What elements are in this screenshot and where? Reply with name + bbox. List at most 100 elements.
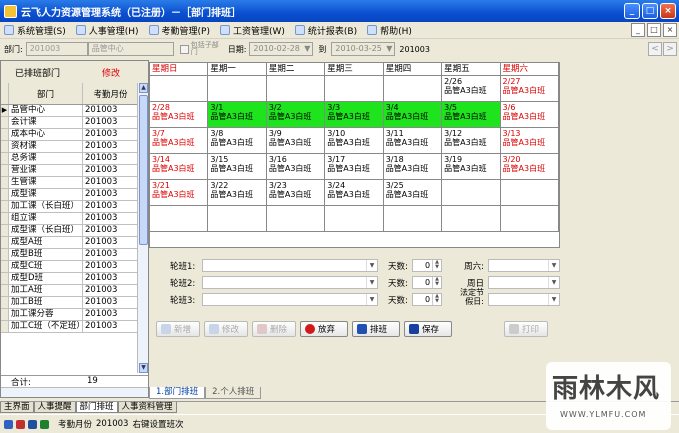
calendar-day-cell[interactable]	[442, 206, 501, 231]
calendar-day-cell[interactable]: 2/26 品管A3白班	[442, 76, 501, 101]
calendar-day-cell[interactable]: 3/16 品管A3白班	[267, 154, 326, 179]
calendar-day-cell[interactable]	[384, 76, 443, 101]
holiday-select[interactable]: ▼	[488, 292, 560, 306]
calendar-day-cell[interactable]: 3/14 品管A3白班	[150, 154, 209, 179]
wtab-dept-schedule[interactable]: 部门排班	[75, 402, 118, 413]
calendar-day-cell[interactable]: 3/20 品管A3白班	[501, 154, 559, 179]
mdi-restore-button[interactable]: □	[647, 23, 661, 37]
horizontal-scrollbar[interactable]	[1, 387, 148, 397]
shift3-select[interactable]: ▼	[202, 293, 378, 306]
next-arrow-icon[interactable]: >	[663, 42, 677, 56]
menu-salary[interactable]: 工资管理(W)	[220, 24, 285, 37]
calendar-day-cell[interactable]	[267, 206, 326, 231]
schedule-button[interactable]: 排班	[352, 321, 400, 337]
menu-attendance[interactable]: 考勤管理(P)	[148, 24, 210, 37]
calendar-day-cell[interactable]: 3/24 品管A3白班	[325, 180, 384, 205]
calendar-day-cell[interactable]: 3/8 品管A3白班	[208, 128, 267, 153]
saturday-select[interactable]: ▼	[488, 259, 560, 272]
minimize-button[interactable]: _	[624, 3, 640, 19]
dept-row[interactable]: ▶ 品管中心 201003	[1, 105, 139, 117]
date-from-picker[interactable]: 2010-02-28 ▼	[249, 42, 314, 56]
calendar-day-cell[interactable]: 3/22 品管A3白班	[208, 180, 267, 205]
dept-row[interactable]: 成型D班 201003	[1, 273, 139, 285]
calendar-day-cell[interactable]	[208, 206, 267, 231]
cancel-button[interactable]: 放弃	[300, 321, 348, 337]
calendar-day-cell[interactable]: 3/3 品管A3白班	[325, 102, 384, 127]
vertical-scrollbar[interactable]: ▲ ▼	[137, 83, 148, 373]
scroll-up-icon[interactable]: ▲	[139, 83, 148, 93]
scroll-thumb[interactable]	[139, 95, 148, 245]
edit-button[interactable]: 修改	[204, 321, 248, 337]
calendar-day-cell[interactable]: 3/12 品管A3白班	[442, 128, 501, 153]
wtab-hr-reminder[interactable]: 人事提醒	[33, 402, 76, 413]
include-sub-checkbox[interactable]: 包括子部门	[179, 42, 228, 56]
menu-hr[interactable]: 人事管理(H)	[75, 24, 139, 37]
wtab-main[interactable]: 主界面	[0, 402, 34, 413]
calendar-day-cell[interactable]	[208, 76, 267, 101]
dept-row[interactable]: 加工C班（不定班） 201003	[1, 321, 139, 333]
spin-arrows-icon[interactable]: ▲ ▼	[432, 294, 441, 305]
calendar-day-cell[interactable]: 3/11 品管A3白班	[384, 128, 443, 153]
shift2-select[interactable]: ▼	[202, 276, 378, 289]
calendar-day-cell[interactable]: 3/19 品管A3白班	[442, 154, 501, 179]
dept-row[interactable]: 营业课 201003	[1, 165, 139, 177]
calendar-day-cell[interactable]: 3/4 品管A3白班	[383, 102, 443, 127]
days3-spinner[interactable]: 0 ▲ ▼	[412, 293, 442, 306]
calendar-day-cell[interactable]	[325, 206, 384, 231]
days1-spinner[interactable]: 0 ▲ ▼	[412, 259, 442, 272]
calendar-day-cell[interactable]: 3/17 品管A3白班	[325, 154, 384, 179]
dept-row[interactable]: 生管课 201003	[1, 177, 139, 189]
calendar-day-cell[interactable]: 3/13 品管A3白班	[501, 128, 559, 153]
calendar-day-cell[interactable]: 3/6 品管A3白班	[501, 102, 559, 127]
menu-system[interactable]: 系统管理(S)	[4, 24, 66, 37]
dept-row[interactable]: 资材课 201003	[1, 141, 139, 153]
close-button[interactable]: ×	[660, 3, 676, 19]
add-button[interactable]: 新增	[156, 321, 200, 337]
dept-row[interactable]: 会计课 201003	[1, 117, 139, 129]
tab-personal-schedule[interactable]: 2.个人排班	[205, 387, 262, 399]
col-dept-header[interactable]: 部门	[9, 83, 83, 104]
shift1-select[interactable]: ▼	[202, 259, 378, 272]
calendar-day-cell[interactable]	[325, 76, 384, 101]
calendar-day-cell[interactable]: 3/25 品管A3白班	[384, 180, 443, 205]
dept-row[interactable]: 成型B班 201003	[1, 249, 139, 261]
calendar-day-cell[interactable]	[150, 206, 209, 231]
calendar-day-cell[interactable]: 3/18 品管A3白班	[384, 154, 443, 179]
dept-row[interactable]: 加工课（长白班） 201003	[1, 201, 139, 213]
spin-arrows-icon[interactable]: ▲ ▼	[432, 260, 441, 271]
calendar-day-cell[interactable]: 3/2 品管A3白班	[266, 102, 326, 127]
calendar-day-cell[interactable]: 2/27 品管A3白班	[501, 76, 559, 101]
calendar-day-cell[interactable]: 3/15 品管A3白班	[208, 154, 267, 179]
dept-row[interactable]: 成本中心 201003	[1, 129, 139, 141]
tab-dept-schedule[interactable]: 1.部门排班	[149, 387, 206, 399]
menu-help[interactable]: 帮助(H)	[367, 24, 412, 37]
dept-row[interactable]: 成型C班 201003	[1, 261, 139, 273]
spin-arrows-icon[interactable]: ▲ ▼	[432, 277, 441, 288]
maximize-button[interactable]: □	[642, 3, 658, 19]
calendar-day-cell[interactable]: 3/7 品管A3白班	[150, 128, 209, 153]
modify-link[interactable]: 修改	[102, 66, 120, 79]
date-to-picker[interactable]: 2010-03-25 ▼	[331, 42, 396, 56]
mdi-minimize-button[interactable]: _	[631, 23, 645, 37]
calendar-day-cell[interactable]: 3/5 品管A3白班	[442, 102, 501, 127]
dept-row[interactable]: 加工A班 201003	[1, 285, 139, 297]
calendar-day-cell[interactable]: 3/10 品管A3白班	[325, 128, 384, 153]
dept-row[interactable]: 总务课 201003	[1, 153, 139, 165]
calendar-day-cell[interactable]	[501, 206, 559, 231]
print-button[interactable]: 打印	[504, 321, 548, 337]
calendar-day-cell[interactable]: 3/9 品管A3白班	[267, 128, 326, 153]
calendar-day-cell[interactable]	[442, 180, 501, 205]
dept-code-field[interactable]: 201003	[25, 42, 88, 56]
delete-button[interactable]: 删除	[252, 321, 296, 337]
calendar-day-cell[interactable]: 2/28 品管A3白班	[150, 102, 209, 127]
dept-name-field[interactable]: 品管中心	[87, 42, 174, 56]
mdi-close-button[interactable]: ×	[663, 23, 677, 37]
calendar-day-cell[interactable]: 3/21 品管A3白班	[150, 180, 209, 205]
scroll-down-icon[interactable]: ▼	[139, 363, 148, 373]
calendar-day-cell[interactable]	[267, 76, 326, 101]
calendar-day-cell[interactable]: 3/23 品管A3白班	[267, 180, 326, 205]
col-month-header[interactable]: 考勤月份	[83, 83, 139, 104]
dept-row[interactable]: 成型课（长白班） 201003	[1, 225, 139, 237]
calendar-day-cell[interactable]: 3/1 品管A3白班	[208, 102, 267, 127]
dept-row[interactable]: 加工B班 201003	[1, 297, 139, 309]
